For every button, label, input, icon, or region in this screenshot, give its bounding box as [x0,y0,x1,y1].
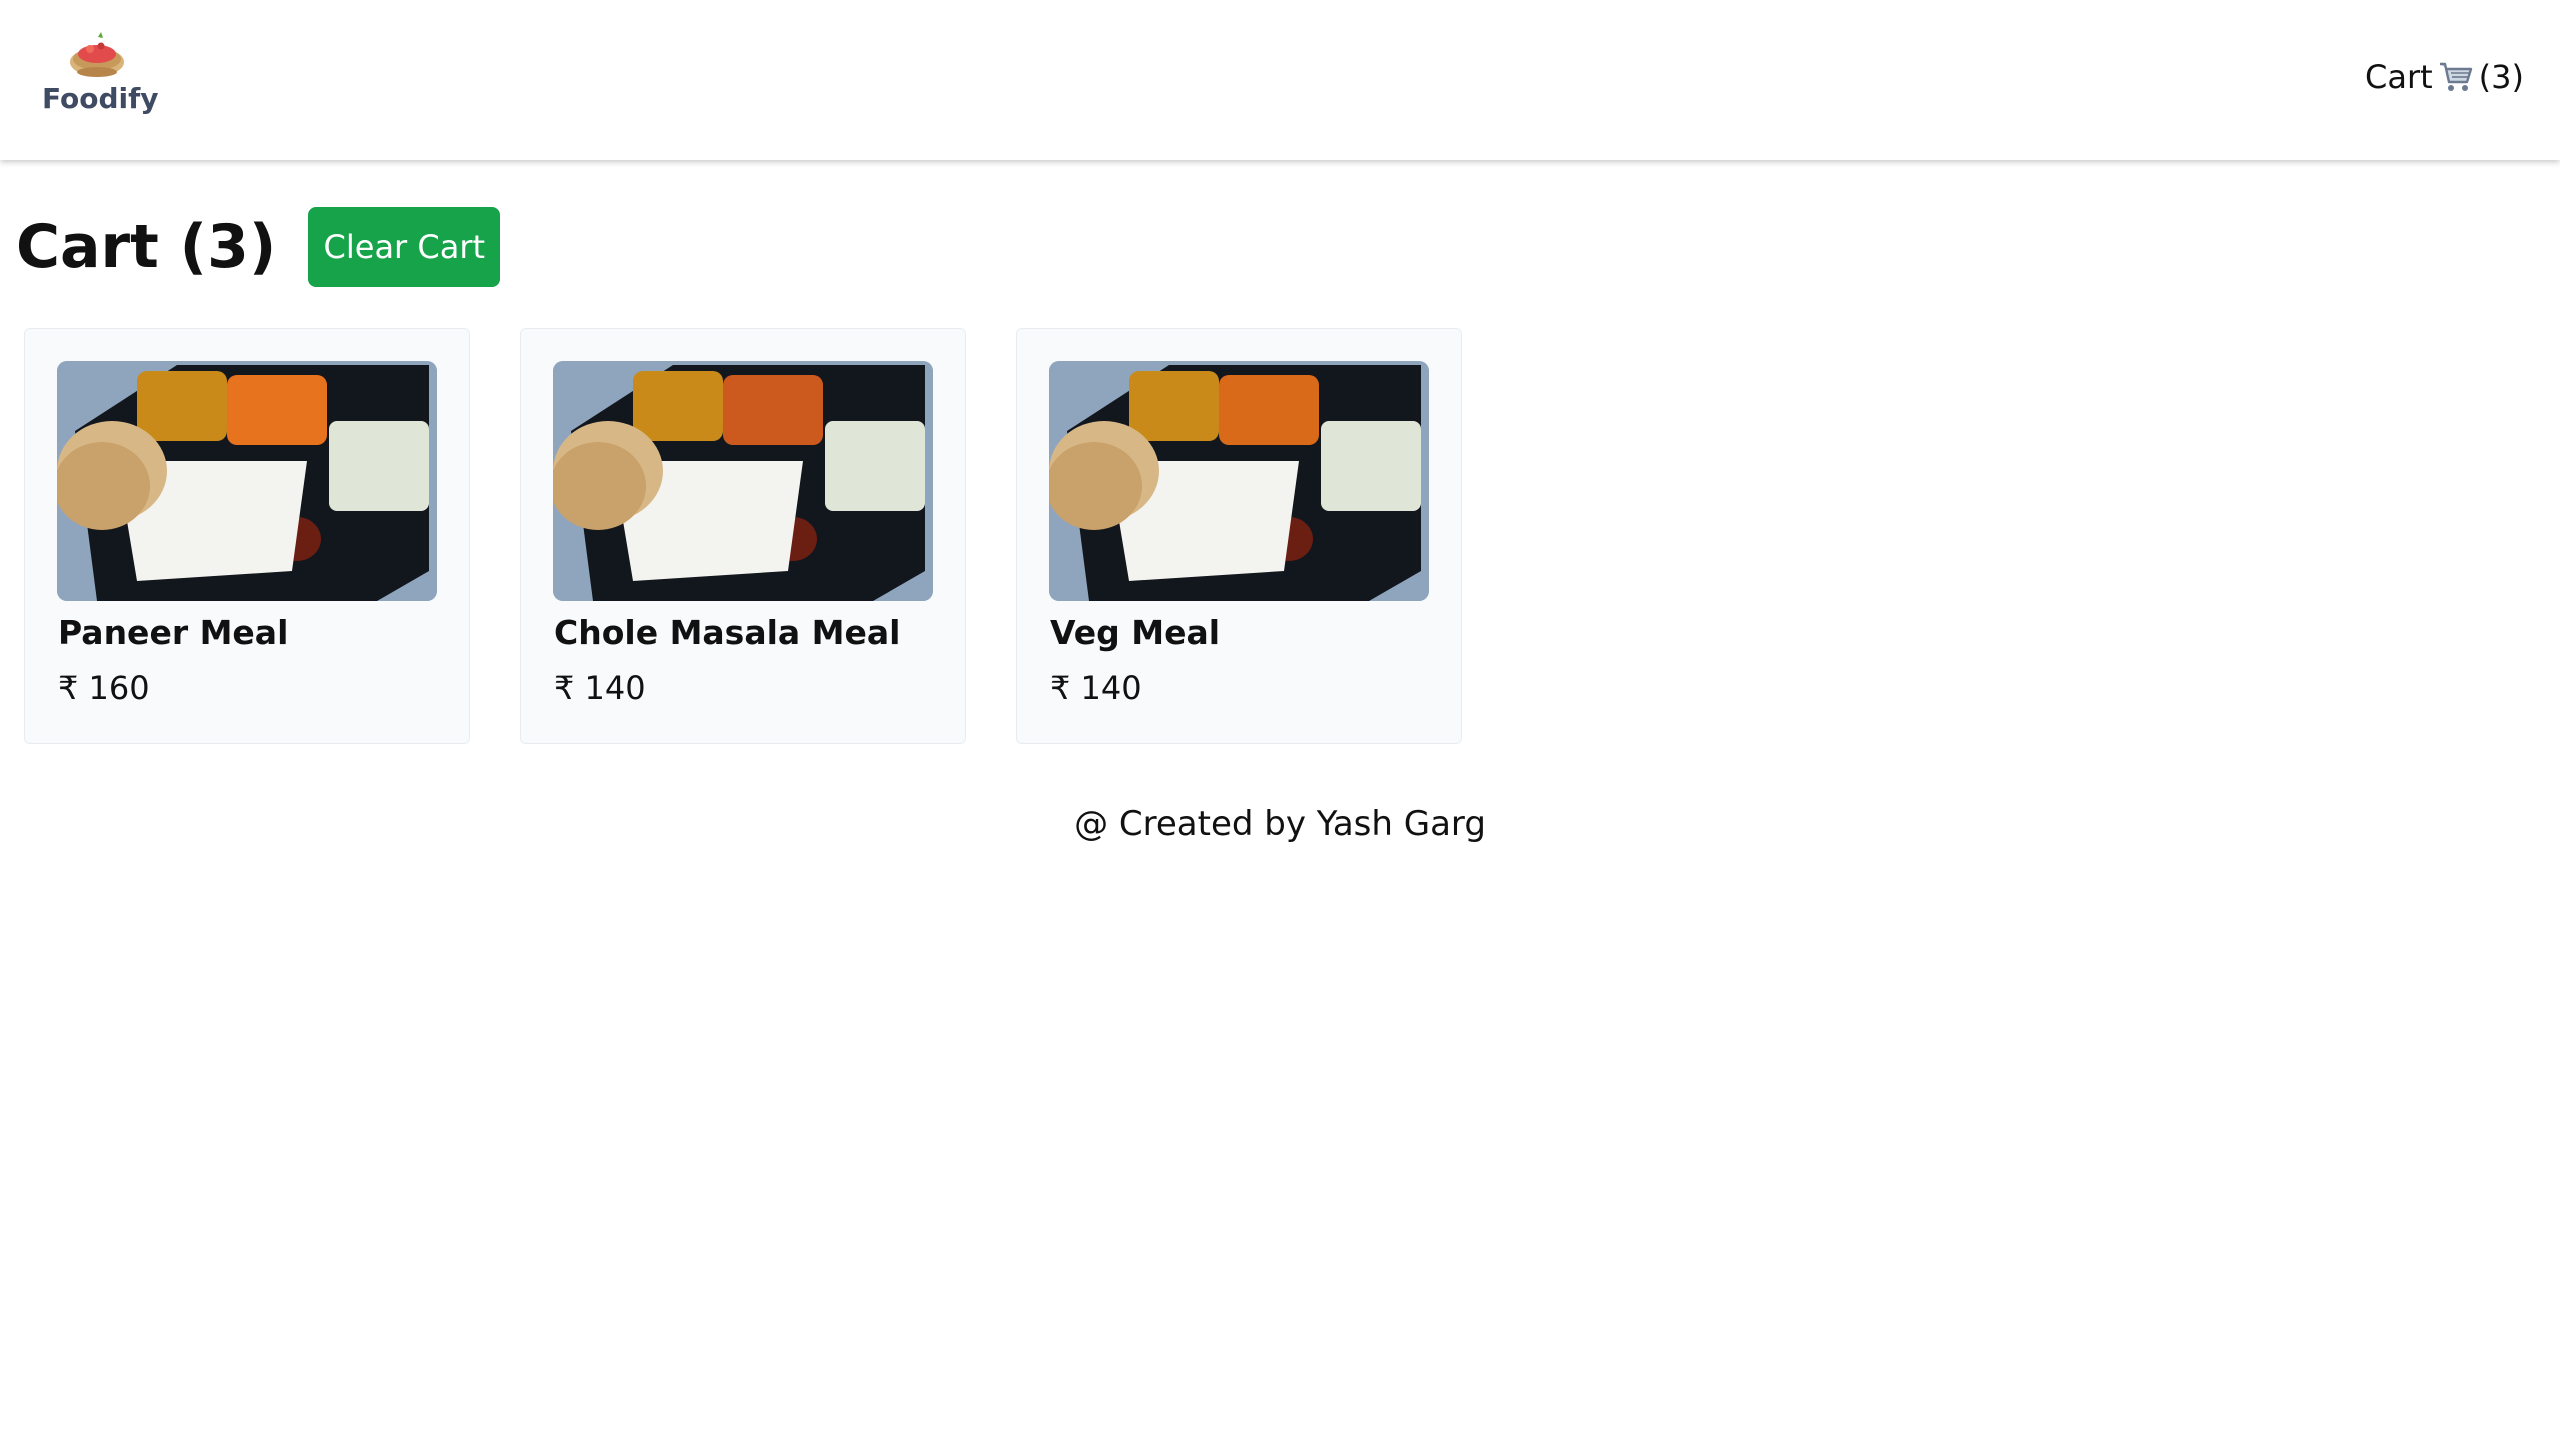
page-title: Cart (3) [16,212,277,282]
meal-price: ₹ 140 [554,669,646,707]
clear-cart-button[interactable]: Clear Cart [308,207,501,287]
cart-item-card[interactable]: Chole Masala Meal ₹ 140 [520,328,966,744]
meal-name: Veg Meal [1050,613,1221,652]
meal-image [553,361,933,601]
meal-name: Paneer Meal [58,613,289,652]
shopping-cart-icon [2439,62,2472,91]
cart-item-card[interactable]: Paneer Meal ₹ 160 [24,328,470,744]
meal-image [57,361,437,601]
meal-image [1049,361,1429,601]
site-header: Foodify Cart (3) [0,0,2560,160]
meal-price: ₹ 160 [58,669,150,707]
footer-credit: @ Created by Yash Garg [1074,804,1486,844]
meal-name: Chole Masala Meal [554,613,901,652]
cart-nav-count: (3) [2478,58,2524,96]
cart-title-row: Cart (3) Clear Cart [16,206,501,288]
logo-link[interactable]: Foodify [40,32,159,122]
cart-item-card[interactable]: Veg Meal ₹ 140 [1016,328,1462,744]
food-bowl-icon [70,32,124,77]
logo-text: Foodify [42,82,159,115]
meal-price: ₹ 140 [1050,669,1142,707]
cart-nav-label: Cart [2365,58,2433,96]
cart-nav-link[interactable]: Cart (3) [2365,58,2524,96]
